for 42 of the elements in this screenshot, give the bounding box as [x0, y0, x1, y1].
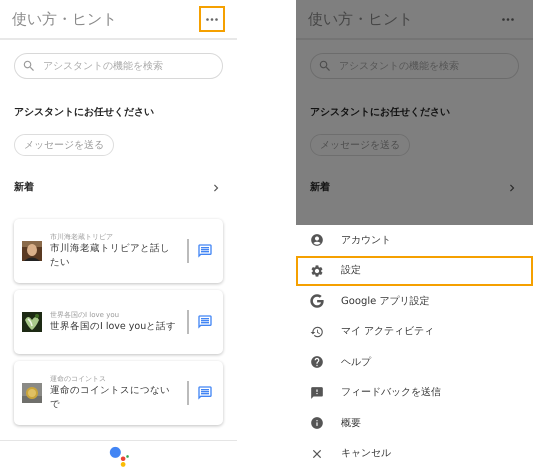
menu-item[interactable]: マイ アクティビティ: [296, 316, 533, 347]
menu-item[interactable]: アカウント: [296, 225, 533, 256]
menu-label: キャンセル: [341, 447, 391, 462]
info-icon: [310, 416, 324, 430]
menu-item[interactable]: Google アプリ設定: [296, 286, 533, 316]
menu-item[interactable]: キャンセル: [296, 438, 533, 469]
screen-title: 使い方・ヒント: [308, 8, 413, 30]
menu-label: アカウント: [341, 234, 391, 248]
search-icon: [318, 59, 332, 73]
help-icon: [310, 355, 324, 370]
assistant-logo-icon[interactable]: [108, 444, 130, 466]
g-letter-icon: [310, 294, 324, 308]
account-icon: [310, 233, 324, 248]
settings-icon: [310, 264, 324, 278]
section-title: アシスタントにお任せください: [310, 106, 451, 120]
section-heading: 新着: [310, 180, 330, 195]
search-icon: [22, 59, 36, 73]
screen-title: 使い方・ヒント: [12, 8, 117, 30]
menu-label: マイ アクティビティ: [341, 325, 434, 340]
more-icon: [206, 18, 218, 20]
message-icon: [197, 314, 213, 330]
more-icon: [502, 18, 514, 20]
menu-label: フィードバックを送信: [341, 386, 441, 400]
section-heading: 新着: [14, 180, 34, 195]
menu-item[interactable]: 概要: [296, 408, 533, 438]
history-icon: [310, 324, 324, 339]
more-button[interactable]: [199, 6, 225, 32]
message-icon: [197, 243, 213, 259]
card-text: 市川海老蔵トリビアと話したい: [50, 242, 171, 270]
card-text: 運命のコイントスにつないで: [50, 384, 171, 412]
card-text: 世界各国のI love youと話す: [50, 320, 178, 334]
menu-item[interactable]: 設定: [296, 256, 533, 286]
menu-item[interactable]: フィードバックを送信: [296, 378, 533, 408]
feedback-icon: [310, 386, 324, 400]
message-icon: [197, 385, 213, 401]
menu-label: 概要: [341, 416, 361, 431]
menu-label: 設定: [341, 264, 361, 278]
section-title: アシスタントにお任せください: [14, 106, 155, 120]
search-field[interactable]: アシスタントの機能を検索: [14, 53, 223, 79]
menu-item[interactable]: ヘルプ: [296, 347, 533, 378]
menu-label: Google アプリ設定: [341, 294, 430, 309]
menu-label: ヘルプ: [341, 356, 371, 370]
